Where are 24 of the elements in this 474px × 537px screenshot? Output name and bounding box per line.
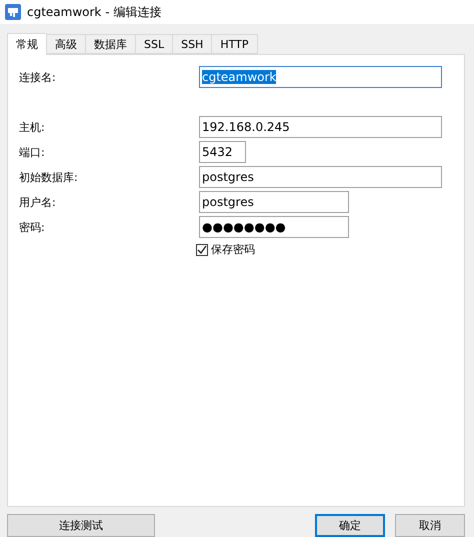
window-title: cgteamwork - 编辑连接 xyxy=(27,4,162,20)
field-label: 端口: xyxy=(18,144,46,160)
dialog-button[interactable]: 确定 xyxy=(315,514,385,537)
field-label: 密码: xyxy=(18,220,46,234)
field-label: 初始数据库: xyxy=(18,170,79,184)
input-field[interactable]: postgres xyxy=(199,191,349,213)
field-label: 主机: xyxy=(18,120,46,134)
input-field[interactable]: 5432 xyxy=(199,141,246,163)
tab[interactable]: 常规 xyxy=(7,33,47,55)
dialog-button[interactable]: 连接测试 xyxy=(7,514,155,537)
tab[interactable]: HTTP xyxy=(211,34,258,54)
input-field[interactable]: cgteamwork xyxy=(199,66,442,88)
tab[interactable]: 高级 xyxy=(46,34,86,54)
field-label: 连接名: xyxy=(18,70,57,84)
checkbox-label: 保存密码 xyxy=(211,242,255,257)
dialog-button[interactable]: 取消 xyxy=(395,514,465,537)
checkbox[interactable] xyxy=(196,244,208,256)
input-field[interactable]: postgres xyxy=(199,166,442,188)
tab[interactable]: 数据库 xyxy=(85,34,136,54)
tab[interactable]: SSL xyxy=(135,34,174,54)
tab[interactable]: SSH xyxy=(172,34,212,54)
field-label: 用户名: xyxy=(18,194,57,210)
input-field[interactable]: ●●●●●●●● xyxy=(199,216,349,238)
input-field[interactable]: 192.168.0.245 xyxy=(199,116,442,138)
